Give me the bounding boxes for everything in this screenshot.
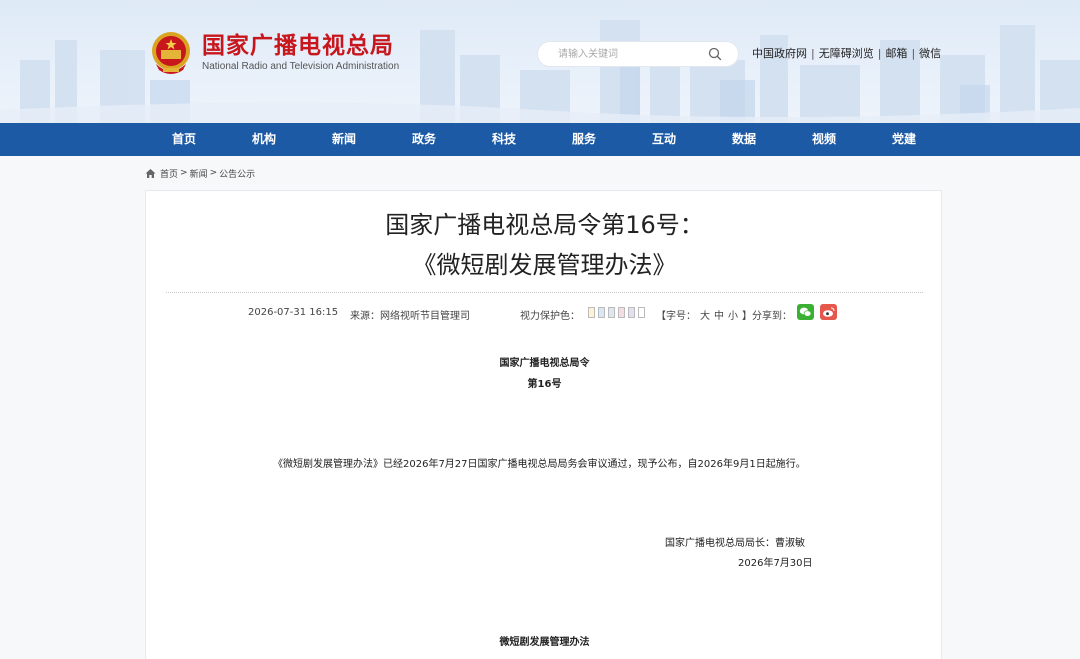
signer: 国家广播电视总局局长：曹淑敏 — [665, 538, 805, 549]
nav-item-data[interactable]: 数据 — [714, 123, 774, 156]
font-size-medium[interactable]: 中 — [714, 311, 724, 322]
article-meta: 2026-07-31 16:15 来源：网络视听节目管理司 视力保护色： 【字号… — [146, 304, 943, 324]
nav-item-video[interactable]: 视频 — [794, 123, 854, 156]
link-wechat[interactable]: 微信 — [919, 45, 941, 61]
main-nav: 首页 机构 新闻 政务 科技 服务 互动 数据 视频 党建 — [0, 123, 1080, 156]
link-gov[interactable]: 中国政府网 — [752, 45, 807, 61]
article-paragraph: 《微短剧发展管理办法》已经2026年7月27日国家广播电视总局局务会审议通过，现… — [273, 459, 806, 470]
breadcrumb-news[interactable]: 新闻 — [190, 167, 208, 180]
nav-item-home[interactable]: 首页 — [154, 123, 214, 156]
site-header: 国家广播电视总局 National Radio and Television A… — [0, 0, 1080, 123]
eye-care-swatches — [588, 307, 648, 318]
eye-care-swatch-pink[interactable] — [618, 307, 625, 318]
site-logo[interactable]: 国家广播电视总局 National Radio and Television A… — [150, 28, 399, 78]
nav-item-technology[interactable]: 科技 — [474, 123, 534, 156]
link-separator: | — [811, 46, 815, 60]
font-size-label-close: 】 — [742, 311, 752, 322]
order-number: 第16号 — [527, 379, 562, 390]
nav-item-party[interactable]: 党建 — [874, 123, 934, 156]
article-title-line1: 国家广播电视总局令第16号： — [385, 211, 704, 239]
breadcrumb: 首页 > 新闻 > 公告公示 — [145, 166, 255, 180]
publish-date: 2026-07-31 16:15 — [248, 307, 339, 318]
search-icon[interactable] — [708, 47, 722, 61]
article-panel: 国家广播电视总局令第16号： 《微短剧发展管理办法》 2026-07-31 16… — [145, 190, 942, 659]
eye-care-swatch-blue[interactable] — [598, 307, 605, 318]
logo-subtitle: National Radio and Television Administra… — [202, 60, 400, 72]
search-input[interactable] — [538, 42, 698, 66]
breadcrumb-arrow: > — [180, 168, 188, 178]
nav-item-news[interactable]: 新闻 — [314, 123, 374, 156]
link-accessibility[interactable]: 无障碍浏览 — [819, 45, 874, 61]
breadcrumb-arrow: > — [209, 168, 218, 178]
eye-care-label: 视力保护色： — [520, 311, 580, 322]
font-size-label-open: 【字号： — [656, 311, 696, 322]
order-title: 国家广播电视总局令 — [499, 358, 590, 369]
eye-care-swatch-gray[interactable] — [608, 307, 615, 318]
home-icon — [145, 168, 156, 178]
section-title: 微短剧发展管理办法 — [499, 637, 590, 648]
eye-care-swatch-yellow[interactable] — [588, 307, 595, 318]
link-separator: | — [911, 46, 916, 60]
weibo-share-icon[interactable] — [820, 304, 837, 320]
top-links: 中国政府网 | 无障碍浏览 | 邮箱 | 微信 — [752, 45, 941, 61]
nav-item-government-affairs[interactable]: 政务 — [394, 123, 454, 156]
breadcrumb-announcements[interactable]: 公告公示 — [219, 167, 255, 180]
eye-care-swatch-white[interactable] — [638, 307, 645, 318]
font-size-large[interactable]: 大 — [700, 311, 710, 322]
nav-item-interaction[interactable]: 互动 — [634, 123, 694, 156]
article-title-line2: 《微短剧发展管理办法》 — [412, 251, 677, 279]
font-size-small[interactable]: 小 — [728, 311, 738, 322]
link-separator: | — [877, 46, 882, 60]
share-label: 分享到： — [752, 311, 792, 322]
nav-item-institutions[interactable]: 机构 — [234, 123, 294, 156]
logo-title: 国家广播电视总局 — [202, 32, 394, 59]
title-divider — [166, 292, 923, 293]
nav-item-services[interactable]: 服务 — [554, 123, 614, 156]
wechat-share-icon[interactable] — [797, 304, 814, 320]
national-emblem-icon — [152, 32, 190, 74]
font-size-control: 【字号： 大中小】 — [654, 307, 754, 322]
article-source: 来源：网络视听节目管理司 — [350, 311, 470, 322]
link-mail[interactable]: 邮箱 — [885, 45, 907, 61]
eye-care-swatch-purple[interactable] — [628, 307, 635, 318]
sign-date: 2026年7月30日 — [738, 558, 813, 569]
breadcrumb-home[interactable]: 首页 — [160, 167, 178, 180]
search-box — [537, 41, 739, 67]
